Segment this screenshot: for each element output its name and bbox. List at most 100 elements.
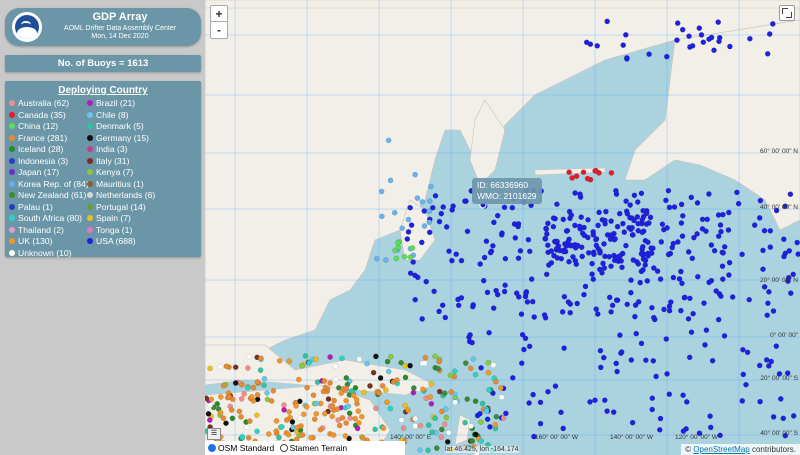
buoy-marker[interactable] xyxy=(681,294,688,301)
buoy-marker[interactable] xyxy=(608,218,614,224)
buoy-marker[interactable] xyxy=(491,219,497,226)
buoy-marker[interactable] xyxy=(781,253,787,260)
buoy-marker[interactable] xyxy=(281,407,287,413)
buoy-marker[interactable] xyxy=(401,253,408,260)
buoy-marker[interactable] xyxy=(353,396,360,403)
buoy-marker[interactable] xyxy=(644,278,651,284)
buoy-marker[interactable] xyxy=(567,309,574,316)
buoy-marker[interactable] xyxy=(418,239,425,246)
buoy-marker[interactable] xyxy=(620,42,627,48)
buoy-marker[interactable] xyxy=(739,398,746,404)
buoy-marker[interactable] xyxy=(743,381,749,388)
buoy-marker[interactable] xyxy=(628,357,635,363)
buoy-marker[interactable] xyxy=(232,380,239,386)
buoy-marker[interactable] xyxy=(467,365,474,372)
buoy-marker[interactable] xyxy=(764,51,771,57)
buoy-marker[interactable] xyxy=(438,426,445,433)
buoy-marker[interactable] xyxy=(217,363,224,370)
buoy-marker[interactable] xyxy=(648,250,655,256)
buoy-marker[interactable] xyxy=(649,395,656,402)
buoy-marker[interactable] xyxy=(426,219,432,225)
buoy-marker[interactable] xyxy=(634,199,641,205)
buoy-marker[interactable] xyxy=(650,265,657,271)
buoy-marker[interactable] xyxy=(400,425,407,431)
buoy-marker[interactable] xyxy=(297,415,303,421)
buoy-marker[interactable] xyxy=(554,201,560,207)
buoy-marker[interactable] xyxy=(560,216,567,223)
buoy-marker[interactable] xyxy=(438,434,444,441)
buoy-marker[interactable] xyxy=(487,424,493,430)
buoy-marker[interactable] xyxy=(590,229,597,235)
buoy-marker[interactable] xyxy=(666,391,673,398)
buoy-marker[interactable] xyxy=(606,294,613,301)
buoy-marker[interactable] xyxy=(228,407,235,413)
buoy-marker[interactable] xyxy=(523,290,529,297)
buoy-marker[interactable] xyxy=(656,426,663,433)
buoy-marker[interactable] xyxy=(647,214,654,221)
buoy-marker[interactable] xyxy=(740,371,747,378)
buoy-marker[interactable] xyxy=(412,171,418,178)
buoy-marker[interactable] xyxy=(427,394,433,400)
buoy-marker[interactable] xyxy=(261,375,268,382)
buoy-marker[interactable] xyxy=(561,345,567,351)
buoy-marker[interactable] xyxy=(354,425,361,432)
buoy-marker[interactable] xyxy=(617,252,624,259)
buoy-marker[interactable] xyxy=(214,400,221,407)
buoy-marker[interactable] xyxy=(671,204,678,210)
buoy-marker[interactable] xyxy=(276,357,283,364)
buoy-marker[interactable] xyxy=(740,346,746,353)
buoy-marker[interactable] xyxy=(405,216,412,223)
buoy-marker[interactable] xyxy=(370,369,377,376)
buoy-marker[interactable] xyxy=(686,354,693,361)
buoy-marker[interactable] xyxy=(572,257,579,264)
buoy-marker[interactable] xyxy=(493,413,500,420)
buoy-marker[interactable] xyxy=(422,354,429,361)
buoy-marker[interactable] xyxy=(602,217,608,224)
buoy-marker[interactable] xyxy=(646,220,652,226)
buoy-marker[interactable] xyxy=(617,332,623,338)
buoy-marker[interactable] xyxy=(356,356,363,362)
buoy-marker[interactable] xyxy=(720,250,727,256)
buoy-marker[interactable] xyxy=(643,357,649,364)
buoy-marker[interactable] xyxy=(628,277,634,283)
buoy-marker[interactable] xyxy=(493,378,499,385)
buoy-marker[interactable] xyxy=(254,412,260,419)
buoy-marker[interactable] xyxy=(596,209,602,216)
buoy-marker[interactable] xyxy=(567,301,574,307)
buoy-marker[interactable] xyxy=(638,190,645,197)
buoy-marker[interactable] xyxy=(261,382,267,389)
buoy-marker[interactable] xyxy=(574,242,581,249)
buoy-marker[interactable] xyxy=(765,300,771,307)
buoy-marker[interactable] xyxy=(469,303,476,310)
buoy-marker[interactable] xyxy=(679,212,686,219)
buoy-marker[interactable] xyxy=(756,362,763,369)
buoy-marker[interactable] xyxy=(544,242,551,248)
buoy-marker[interactable] xyxy=(696,25,703,31)
buoy-marker[interactable] xyxy=(663,336,670,342)
buoy-marker[interactable] xyxy=(720,211,726,218)
buoy-marker[interactable] xyxy=(614,297,621,304)
buoy-marker[interactable] xyxy=(472,398,479,405)
buoy-marker[interactable] xyxy=(345,403,352,410)
buoy-marker[interactable] xyxy=(718,293,724,300)
buoy-marker[interactable] xyxy=(241,391,248,397)
buoy-marker[interactable] xyxy=(412,423,418,429)
stamen-radio[interactable] xyxy=(279,444,288,452)
buoy-marker[interactable] xyxy=(606,253,613,260)
buoy-marker[interactable] xyxy=(593,236,599,243)
buoy-marker[interactable] xyxy=(631,192,638,199)
buoy-marker[interactable] xyxy=(688,329,695,336)
buoy-marker[interactable] xyxy=(624,210,631,217)
map-canvas[interactable] xyxy=(205,0,800,455)
buoy-marker[interactable] xyxy=(352,415,358,422)
buoy-marker[interactable] xyxy=(620,220,626,227)
buoy-marker[interactable] xyxy=(360,435,366,441)
buoy-marker[interactable] xyxy=(649,304,655,311)
buoy-marker[interactable] xyxy=(223,420,229,427)
buoy-marker[interactable] xyxy=(220,382,227,389)
buoy-marker[interactable] xyxy=(448,389,454,395)
buoy-marker[interactable] xyxy=(764,312,771,319)
buoy-marker[interactable] xyxy=(444,438,451,445)
buoy-marker[interactable] xyxy=(239,381,245,388)
buoy-marker[interactable] xyxy=(502,282,508,289)
